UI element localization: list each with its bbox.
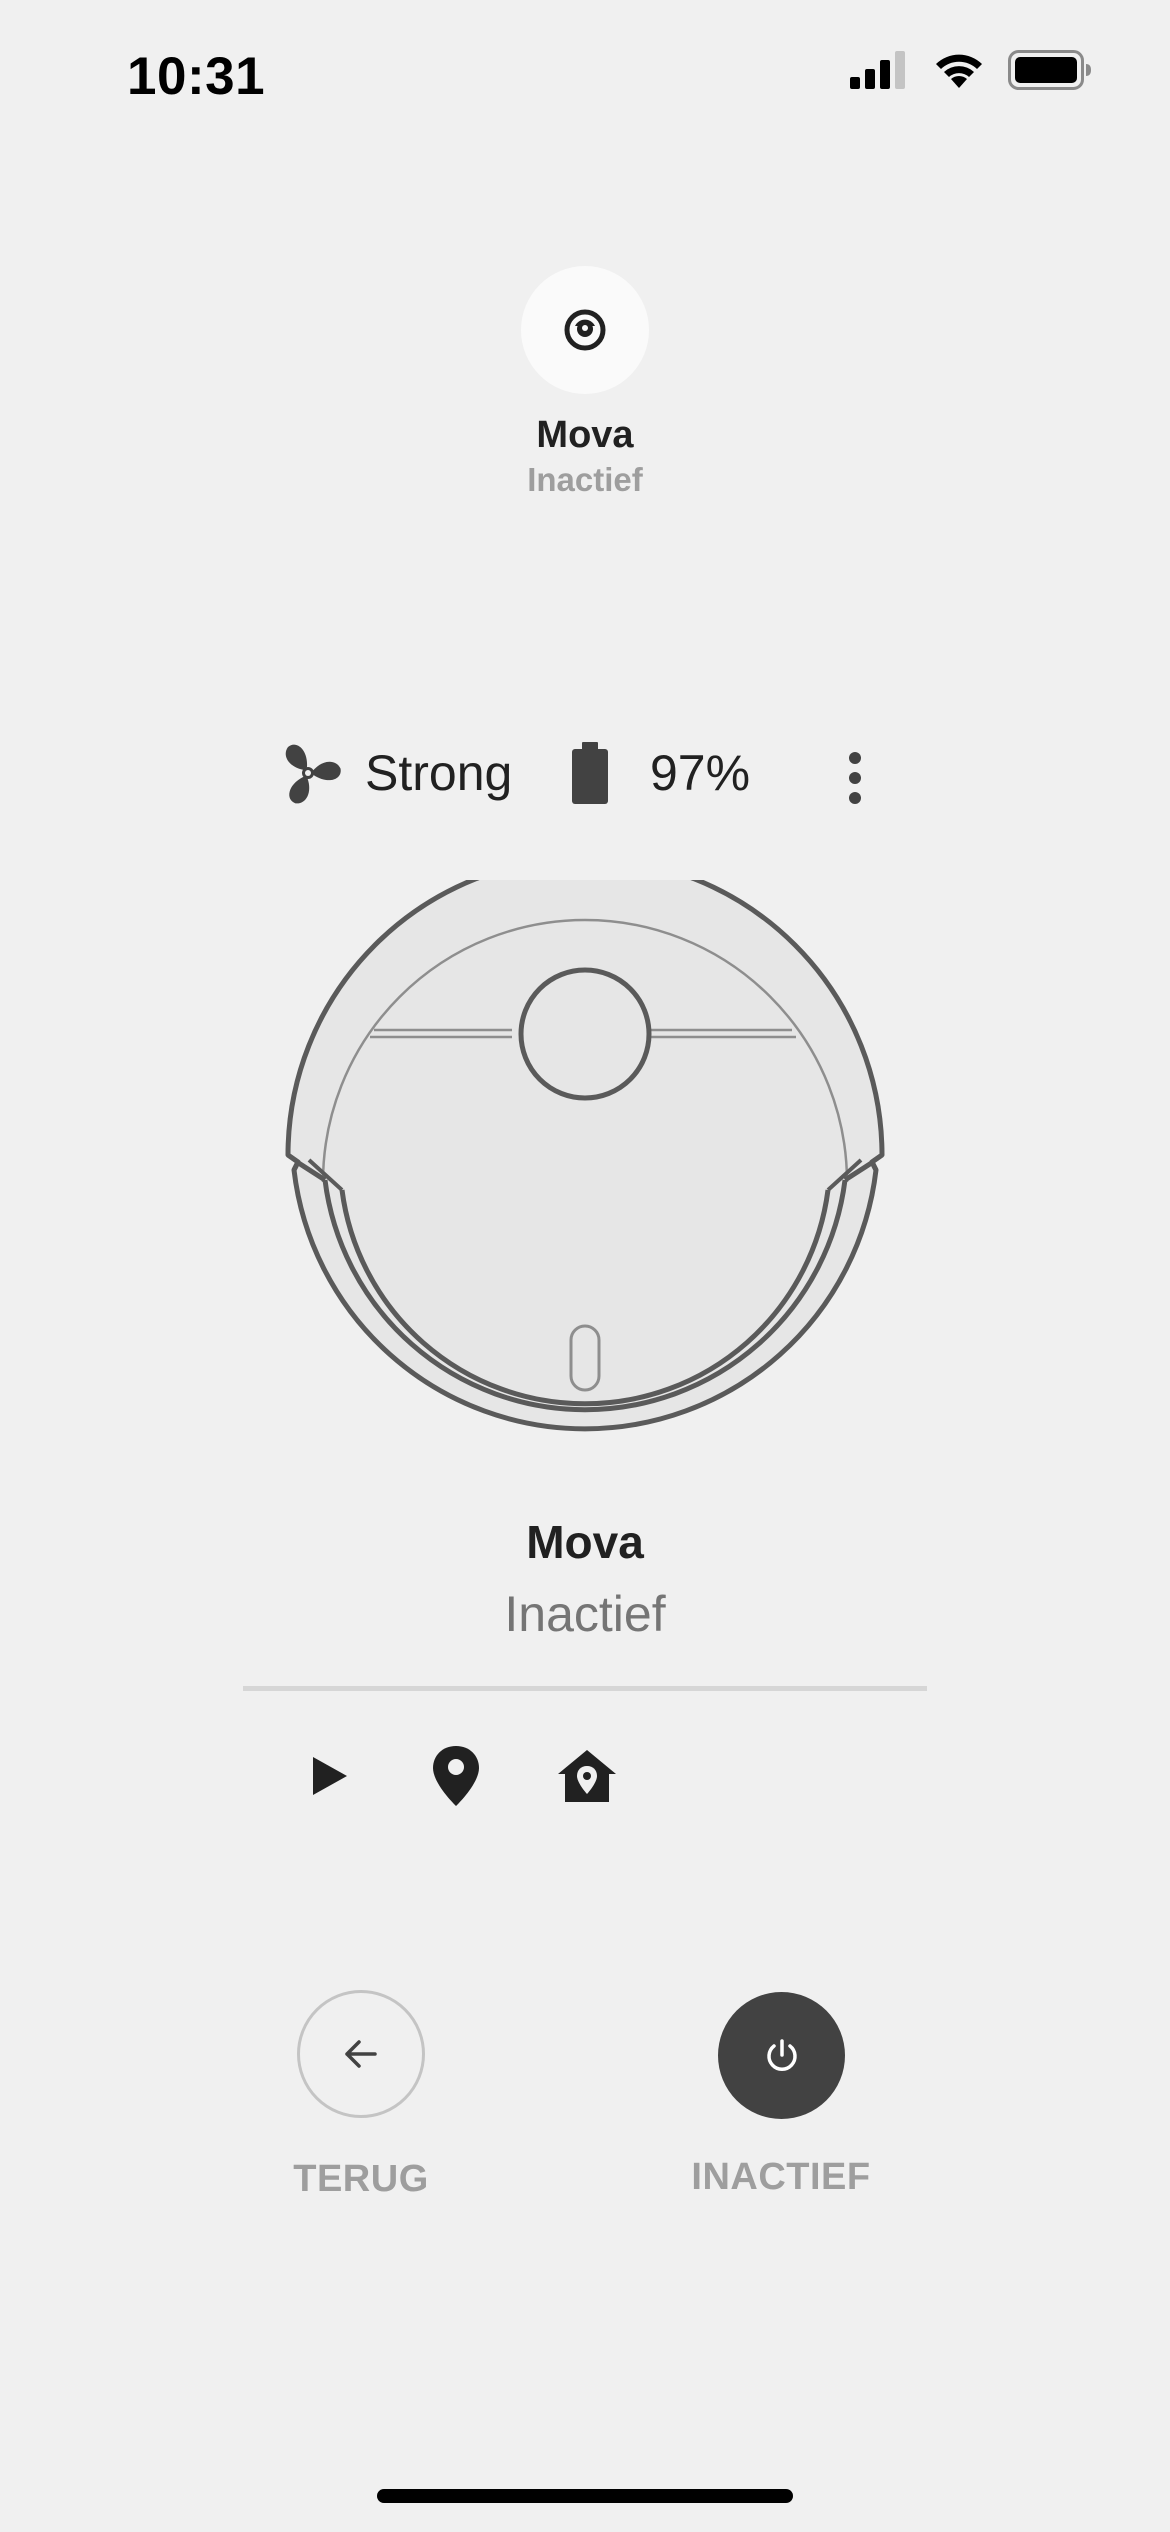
battery-level-icon [572,742,608,804]
arrow-left-icon [345,2040,377,2068]
cellular-signal-icon [850,51,905,89]
device-header: Mova Inactief [0,266,1170,499]
info-row: Strong 97% [0,740,1170,820]
fan-speed-label: Strong [365,745,513,801]
status-time: 10:31 [127,47,266,106]
header-device-state: Inactief [527,461,643,498]
power-button[interactable] [718,1992,845,2119]
robot-state: Inactief [504,1586,666,1642]
device-avatar[interactable] [521,266,649,394]
header-device-name: Mova [536,414,634,456]
wifi-icon [936,54,982,88]
battery-level-label: 97% [650,745,751,801]
more-menu-button[interactable] [836,748,874,808]
battery-icon [1008,50,1091,90]
robot-name: Mova [526,1516,644,1568]
robot-vacuum-icon [564,309,606,351]
fan-speed[interactable]: Strong [275,740,512,806]
power-button-label[interactable]: INACTIEF [661,2156,901,2199]
location-pin-icon [433,1746,479,1806]
power-icon [766,2038,797,2071]
divider [243,1686,927,1691]
battery-status: 97% [570,740,750,806]
return-home-button[interactable] [551,1738,623,1814]
play-icon [313,1757,347,1795]
fan-icon [285,744,341,804]
robot-vacuum-illustration [285,880,885,1432]
status-icons [850,50,1092,90]
home-pin-icon [558,1750,616,1802]
back-button-label[interactable]: TERUG [261,2158,461,2201]
home-indicator[interactable] [377,2489,793,2503]
more-vertical-icon [849,752,861,804]
back-button[interactable] [297,1990,425,2118]
status-bar: 10:31 [0,0,1170,150]
locate-robot-button[interactable] [420,1738,492,1814]
start-cleaning-button[interactable] [293,1738,365,1814]
